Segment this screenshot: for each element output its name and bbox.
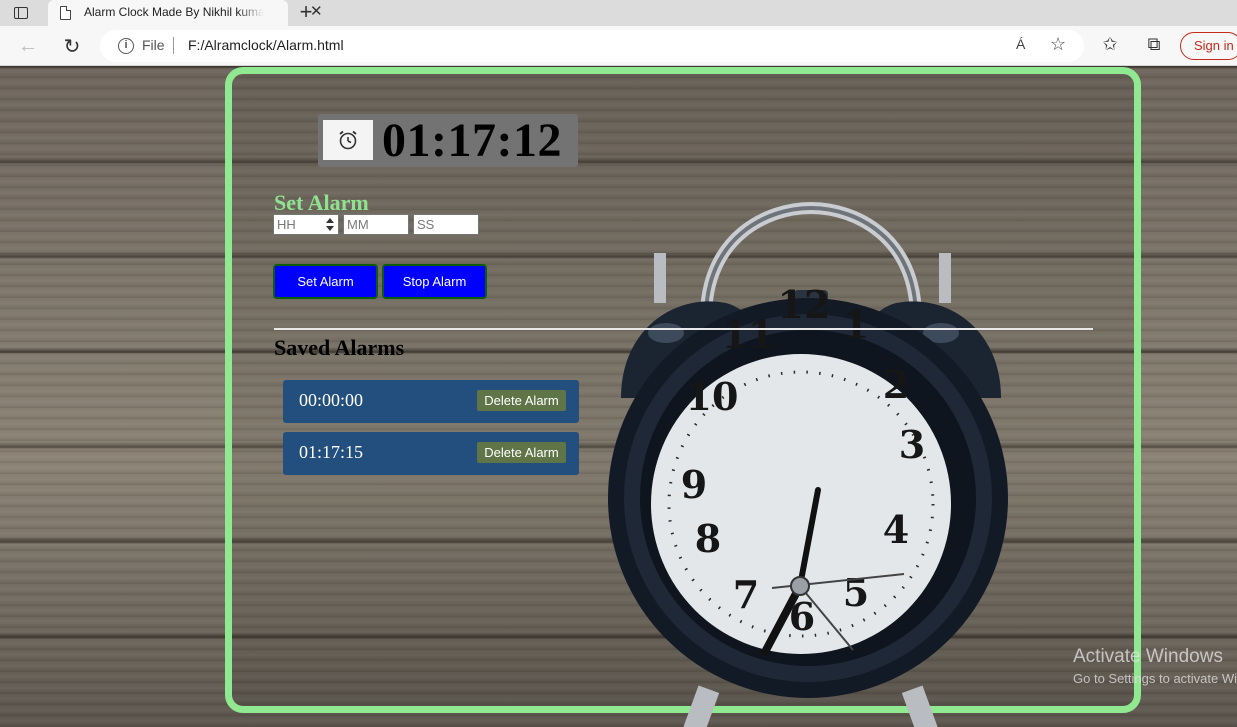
- read-aloud-icon[interactable]: Á: [1016, 36, 1025, 52]
- browser-tab-strip: Alarm Clock Made By Nikhil kumar ✕ +: [0, 0, 1237, 26]
- tab-actions-icon[interactable]: [10, 4, 32, 22]
- clock-numeral: 9: [681, 462, 707, 507]
- section-divider: [274, 328, 1093, 330]
- page-icon: [60, 6, 71, 20]
- saved-alarm-item: 01:17:15 Delete Alarm: [283, 432, 579, 475]
- clock-numeral: 4: [883, 507, 909, 552]
- new-tab-button[interactable]: +: [294, 0, 318, 24]
- saved-alarm-item: 00:00:00 Delete Alarm: [283, 380, 579, 423]
- clock-numeral: 3: [899, 422, 925, 467]
- url-text[interactable]: F:/Alramclock/Alarm.html: [188, 37, 344, 53]
- saved-alarms-heading: Saved Alarms: [274, 335, 405, 360]
- collections-icon[interactable]: ⧉: [1142, 34, 1166, 55]
- minutes-input[interactable]: MM: [343, 214, 409, 235]
- url-scheme-label: File: [142, 37, 165, 53]
- set-alarm-button[interactable]: Set Alarm: [273, 264, 378, 299]
- add-favorite-icon[interactable]: ☆: [1050, 34, 1066, 55]
- alarm-time: 00:00:00: [299, 390, 364, 410]
- browser-toolbar: ← ↻ i File F:/Alramclock/Alarm.html Á ☆…: [0, 26, 1237, 66]
- hours-input[interactable]: HH: [273, 214, 339, 235]
- address-bar[interactable]: i File F:/Alramclock/Alarm.html Á ☆: [100, 30, 1084, 62]
- favorites-icon[interactable]: ✩: [1098, 34, 1122, 55]
- seconds-input[interactable]: SS: [413, 214, 479, 235]
- watermark-title: Activate Windows: [1073, 646, 1223, 667]
- clock-numeral: 10: [686, 374, 739, 419]
- clock-numeral: 11: [722, 312, 775, 357]
- stop-alarm-button[interactable]: Stop Alarm: [382, 264, 487, 299]
- current-time-panel: 01:17:12: [318, 114, 578, 167]
- alarm-time: 01:17:15: [299, 442, 364, 462]
- back-icon[interactable]: ←: [14, 32, 42, 60]
- clock-numeral: 7: [733, 572, 759, 617]
- set-alarm-heading: Set Alarm: [274, 190, 369, 215]
- info-icon[interactable]: i: [118, 38, 134, 54]
- clock-numeral: 12: [778, 282, 831, 327]
- clock-numeral: 5: [843, 570, 869, 615]
- url-separator: [173, 37, 174, 54]
- clock-numeral: 8: [695, 516, 721, 561]
- current-time: 01:17:12: [382, 114, 562, 167]
- tab-title: Alarm Clock Made By Nikhil kumar: [84, 5, 264, 19]
- page-viewport: 12 1 2 3 4 5 6 7 8 9 10 11 01:17:12 Set …: [0, 66, 1237, 727]
- delete-alarm-button[interactable]: Delete Alarm: [477, 442, 566, 463]
- reload-icon[interactable]: ↻: [58, 32, 86, 60]
- activation-watermark: Activate Windows Go to Settings to activ…: [1073, 646, 1237, 686]
- stepper-icon[interactable]: [326, 218, 335, 231]
- clock-numeral: 1: [843, 302, 869, 347]
- alarm-clock-icon: [323, 120, 373, 160]
- alarm-clock-picture: 12 1 2 3 4 5 6 7 8 9 10 11: [608, 201, 1008, 727]
- sign-in-button[interactable]: Sign in: [1180, 32, 1237, 60]
- browser-tab[interactable]: Alarm Clock Made By Nikhil kumar ✕: [48, 0, 323, 26]
- delete-alarm-button[interactable]: Delete Alarm: [477, 390, 566, 411]
- watermark-subtitle: Go to Settings to activate Windows.: [1073, 671, 1237, 686]
- clock-numeral: 2: [883, 362, 909, 407]
